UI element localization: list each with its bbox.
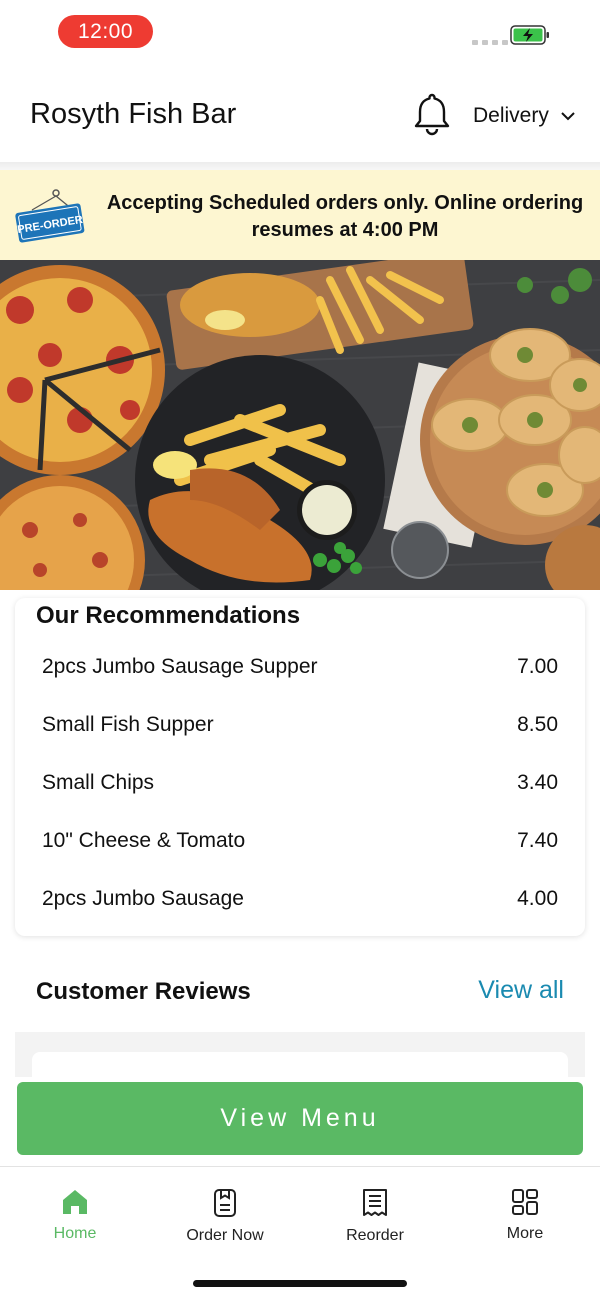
recommendations-card: Our Recommendations 2pcs Jumbo Sausage S…: [15, 598, 585, 936]
tab-label: More: [506, 1225, 544, 1242]
recommendation-item[interactable]: 2pcs Jumbo Sausage Supper 7.00: [42, 647, 558, 687]
tab-order-now[interactable]: Order Now: [150, 1187, 300, 1245]
recommendation-item[interactable]: Small Chips 3.40: [42, 763, 558, 803]
home-icon: [63, 1190, 87, 1214]
item-price: 7.00: [517, 655, 558, 678]
hero-food-image: [0, 260, 600, 590]
preorder-sign-icon: PRE-ORDER: [15, 189, 85, 243]
battery-charging-icon: [510, 25, 549, 45]
customer-reviews-section: Customer Reviews View all: [15, 950, 585, 1032]
app-header: Rosyth Fish Bar Delivery: [0, 64, 600, 164]
item-name: 2pcs Jumbo Sausage: [42, 887, 244, 910]
recommendation-item[interactable]: Small Fish Supper 8.50: [42, 705, 558, 745]
item-price: 4.00: [517, 887, 558, 910]
item-name: Small Chips: [42, 771, 155, 794]
bell-icon[interactable]: [412, 92, 452, 136]
item-name: 2pcs Jumbo Sausage Supper: [42, 655, 318, 678]
item-price: 3.40: [517, 771, 558, 794]
tab-home[interactable]: Home: [0, 1187, 150, 1243]
tab-label: Home: [53, 1225, 97, 1242]
header-divider: [0, 162, 600, 170]
preorder-banner: PRE-ORDER Accepting Scheduled orders onl…: [0, 170, 600, 260]
item-name: 10" Cheese & Tomato: [42, 829, 246, 852]
receipt-icon: [363, 1189, 387, 1216]
page-title: Rosyth Fish Bar: [30, 98, 237, 130]
view-menu-button[interactable]: View Menu: [17, 1082, 583, 1155]
home-indicator: [193, 1280, 407, 1287]
status-bar: 12:00: [0, 0, 600, 64]
recommendation-item[interactable]: 2pcs Jumbo Sausage 4.00: [42, 879, 558, 919]
tab-label: Reorder: [346, 1227, 404, 1244]
item-price: 7.40: [517, 829, 558, 852]
review-card: [32, 1052, 568, 1082]
recommendation-item[interactable]: 10" Cheese & Tomato 7.40: [42, 821, 558, 861]
view-all-reviews-link[interactable]: View all: [478, 976, 564, 1005]
item-price: 8.50: [517, 713, 558, 736]
signal-icon: [472, 40, 508, 45]
delivery-mode-select[interactable]: Delivery: [473, 104, 575, 128]
delivery-mode-label: Delivery: [473, 104, 549, 127]
grid-icon: [512, 1189, 538, 1215]
reviews-title: Customer Reviews: [36, 978, 251, 1005]
recommendations-title: Our Recommendations: [36, 602, 301, 629]
tab-more[interactable]: More: [450, 1187, 600, 1243]
item-name: Small Fish Supper: [42, 713, 214, 736]
banner-message: Accepting Scheduled orders only. Online …: [106, 192, 584, 241]
tab-label: Order Now: [186, 1227, 264, 1244]
chevron-down-icon: [561, 112, 575, 121]
order-icon: [214, 1189, 236, 1217]
status-time: 12:00: [58, 15, 153, 48]
tab-reorder[interactable]: Reorder: [300, 1187, 450, 1245]
